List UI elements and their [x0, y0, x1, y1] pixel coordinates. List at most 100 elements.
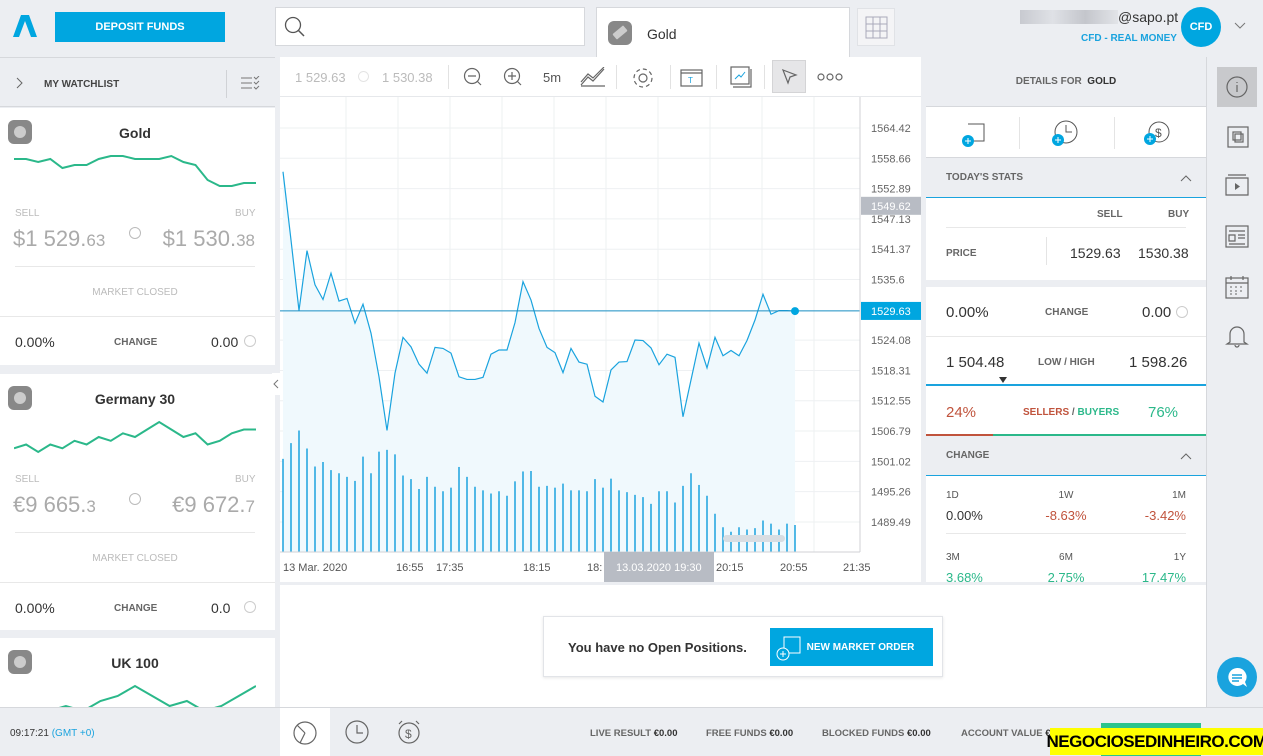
avatar[interactable]: CFD [1181, 7, 1221, 47]
todays-stats-header[interactable]: TODAY'S STATS [926, 157, 1206, 198]
multi-window-icon[interactable] [1226, 125, 1250, 149]
chat-icon [1228, 667, 1247, 687]
add-order-icon [776, 636, 801, 661]
change-label: CHANGE [114, 603, 158, 614]
cursor-arrow-icon [782, 69, 798, 85]
change-header[interactable]: CHANGE [926, 436, 1206, 476]
y-tick-label: 1524.08 [871, 335, 911, 347]
change-period: 1D 0.00% [946, 490, 983, 523]
chart-toolbar: 1 529.63 1 530.38 5m T [280, 57, 921, 97]
x-tick-label: 16:55 [396, 562, 424, 574]
change-period: 3M 3.68% [946, 552, 983, 585]
account-type: CFD - REAL MONEY [1081, 33, 1177, 44]
watchlist-item[interactable]: Gold SELL BUY $1 529.63 $1 530.38 MARKET… [0, 108, 275, 365]
watermark: NEGOCIOSEDINHEIRO.COM [1047, 728, 1263, 755]
svg-text:T: T [688, 76, 693, 85]
add-pending-order-icon[interactable] [1050, 119, 1080, 149]
low-value: 1 504.48 [946, 354, 1005, 371]
change-percent: 0.00% [15, 600, 55, 616]
no-positions-text: You have no Open Positions. [568, 640, 747, 655]
chevron-down-icon[interactable] [1234, 22, 1246, 30]
buy-price-button[interactable]: $1 530.38 [163, 226, 255, 252]
change-label: CHANGE [1045, 307, 1089, 318]
zoom-out-icon[interactable] [463, 67, 483, 87]
watchlist-item[interactable]: Germany 30 SELL BUY €9 665.3 €9 672.7 MA… [0, 374, 275, 630]
buy-label: BUY [235, 474, 256, 485]
clock-icon[interactable] [345, 720, 369, 744]
pointer-tool-button[interactable] [772, 60, 806, 93]
y-tick-label: 1552.89 [871, 184, 911, 196]
info-button[interactable] [1217, 67, 1257, 107]
zoom-in-icon[interactable] [503, 67, 523, 87]
change-period: 1Y 17.47% [1141, 552, 1186, 585]
y-tick-label: 1512.55 [871, 396, 911, 408]
interval-selector[interactable]: 5m [543, 70, 561, 85]
change-period: 6M 2.75% [1047, 552, 1085, 585]
more-options-icon[interactable] [817, 73, 843, 81]
chevron-up-icon[interactable] [1180, 452, 1192, 460]
instrument-name: Germany 30 [94, 391, 176, 407]
x-tick-label: 17:35 [436, 562, 464, 574]
watchlist-item[interactable]: UK 100 [0, 638, 275, 718]
calendar-icon[interactable] [1225, 275, 1249, 299]
sell-price-button[interactable]: €9 665.3 [13, 492, 96, 518]
bell-icon[interactable] [1225, 323, 1249, 349]
news-icon[interactable] [1225, 225, 1249, 249]
y-tick-label: 1489.49 [871, 517, 911, 529]
high-value: 1 598.26 [1129, 354, 1188, 371]
sell-header: SELL [1097, 209, 1123, 220]
add-order-icon[interactable] [960, 121, 990, 149]
collapse-watchlist-button[interactable] [272, 373, 280, 395]
chat-button[interactable] [1217, 657, 1257, 697]
pie-chart-icon [293, 721, 317, 745]
layout-grid-button[interactable] [857, 8, 895, 46]
sellers-label: SELLERS [1023, 407, 1070, 418]
clock: 09:17:21 [10, 728, 49, 739]
change-value: 0.0 [211, 600, 231, 616]
sell-label: SELL [15, 474, 40, 485]
settings-gear-icon[interactable] [631, 66, 655, 90]
deposit-funds-button[interactable]: DEPOSIT FUNDS [55, 12, 225, 42]
video-icon[interactable] [1225, 173, 1249, 197]
range-marker-icon [999, 377, 1007, 383]
chart-scrollbar[interactable] [723, 535, 785, 542]
change-percent: 0.00% [15, 334, 55, 350]
sell-price-button[interactable]: $1 529.63 [13, 226, 105, 252]
text-tool-icon[interactable]: T [680, 67, 704, 87]
price-label: PRICE [946, 248, 977, 259]
new-market-order-button[interactable]: NEW MARKET ORDER [770, 628, 933, 666]
change-value: 0.00 [1142, 304, 1172, 321]
tab-positions[interactable] [280, 708, 330, 756]
email-blurred [1020, 10, 1118, 24]
buy-header: BUY [1168, 209, 1190, 220]
change-label: CHANGE [114, 337, 158, 348]
add-price-alert-icon[interactable]: $ [1142, 117, 1174, 149]
positions-panel: You have no Open Positions. NEW MARKET O… [280, 585, 1206, 707]
buy-price-button[interactable]: €9 672.7 [172, 492, 255, 518]
tab-gold[interactable]: Gold [596, 7, 850, 57]
info-icon [1226, 76, 1248, 98]
chevron-right-icon[interactable] [16, 77, 24, 89]
last-price-label: 1529.63 [871, 306, 911, 318]
search-input[interactable] [275, 7, 585, 46]
change-indicator-icon [1176, 306, 1188, 318]
alarm-dollar-icon[interactable]: $ [396, 719, 422, 745]
y-tick-label: 1506.79 [871, 426, 911, 438]
change-percent: 0.00% [946, 304, 989, 321]
chevron-up-icon[interactable] [1180, 174, 1192, 182]
live-result: €0.00 [653, 728, 678, 739]
indicators-icon[interactable] [730, 66, 752, 88]
x-tick-label: 20:55 [780, 562, 808, 574]
logo [13, 15, 37, 37]
svg-text:$: $ [405, 727, 412, 741]
x-tick-label: 20:15 [716, 562, 744, 574]
low-high-label: LOW / HIGH [1038, 357, 1095, 368]
y-tick-label: 1541.37 [871, 244, 911, 256]
y-tick-label: 1535.6 [871, 275, 905, 287]
chart-type-icon[interactable] [580, 67, 606, 87]
buyers-percent: 76% [1148, 404, 1179, 421]
watchlist-title: MY WATCHLIST [44, 79, 120, 90]
price-chart[interactable]: 1564.42 1558.66 1552.89 1547.13 1541.37 1535.… [280, 97, 921, 582]
list-check-icon[interactable] [240, 76, 260, 90]
gold-icon [608, 21, 632, 45]
